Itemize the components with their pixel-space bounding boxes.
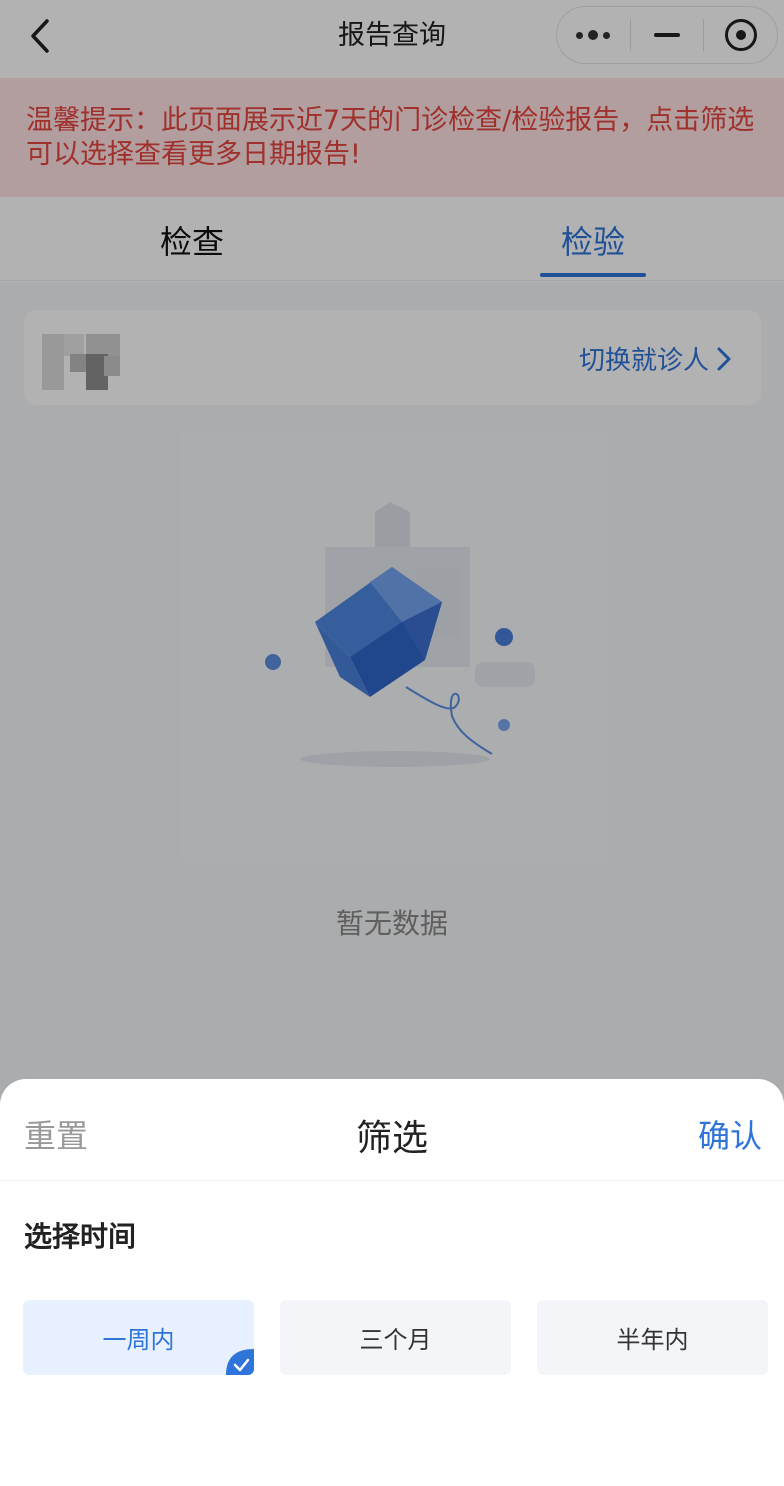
tab-examination[interactable]: 检查 — [92, 217, 292, 263]
navbar: 报告查询 — [0, 0, 784, 78]
warm-tip-banner: 温馨提示：此页面展示近7天的门诊检查/检验报告，点击筛选可以选择查看更多日期报告… — [0, 78, 784, 197]
minimize-icon — [654, 33, 680, 37]
filter-sheet-header: 重置 筛选 确认 — [0, 1079, 784, 1181]
target-circle-icon — [724, 19, 757, 51]
confirm-button[interactable]: 确认 — [698, 1111, 762, 1157]
close-button[interactable] — [704, 7, 777, 63]
filter-title: 筛选 — [355, 1118, 428, 1159]
switch-patient-label: 切换就诊人 — [578, 346, 709, 376]
more-button[interactable] — [557, 7, 630, 63]
minimize-button[interactable] — [631, 7, 704, 63]
filter-sheet: 重置 筛选 确认 选择时间 一周内 三个月 半年内 — [0, 1079, 784, 1486]
option-label: 一周内 — [102, 1326, 175, 1354]
chevron-right-icon — [717, 347, 731, 370]
option-label: 三个月 — [359, 1326, 432, 1354]
patient-name-blurred — [42, 334, 120, 390]
active-tab-indicator — [540, 273, 646, 277]
tab-laboratory[interactable]: 检验 — [493, 217, 693, 263]
option-three-months[interactable]: 三个月 — [280, 1300, 511, 1375]
switch-patient-button[interactable]: 切换就诊人 — [579, 340, 731, 377]
checkmark-icon — [226, 1349, 254, 1375]
option-label: 半年内 — [616, 1326, 689, 1354]
tab-bar: 检查 检验 — [0, 197, 784, 281]
empty-state-text: 暂无数据 — [335, 907, 448, 940]
patient-card: 切换就诊人 — [24, 310, 761, 405]
option-one-week[interactable]: 一周内 — [23, 1300, 254, 1375]
option-half-year[interactable]: 半年内 — [537, 1300, 768, 1375]
select-time-label: 选择时间 — [24, 1220, 137, 1253]
mini-program-capsule — [556, 6, 778, 64]
more-dots-icon — [576, 30, 611, 40]
main-content: 切换就诊人 暂无数据 — [0, 282, 784, 1102]
empty-state-illustration — [180, 432, 610, 862]
